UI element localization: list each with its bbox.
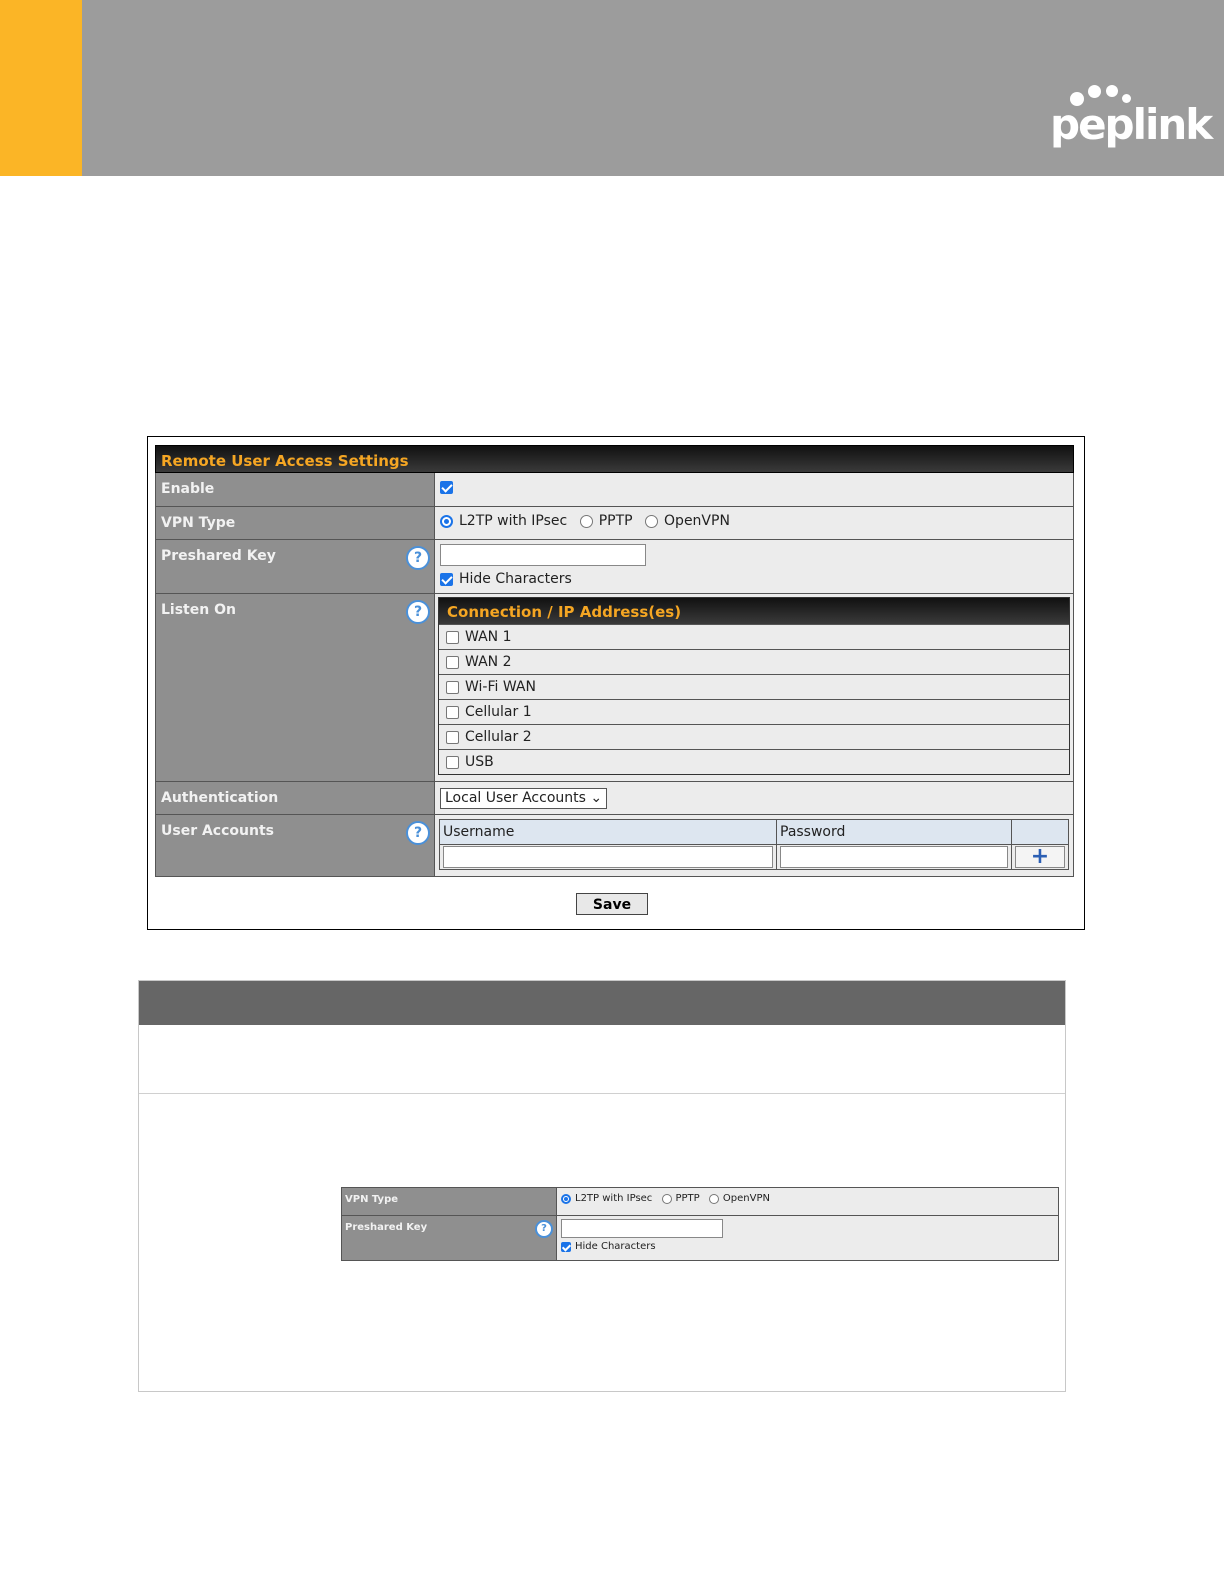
connection-label: WAN 2	[465, 654, 512, 670]
hide-characters-checkbox[interactable]	[440, 572, 453, 586]
enable-label: Enable	[156, 473, 434, 506]
help-icon[interactable]: ?	[406, 546, 430, 570]
vpn-type-label: VPN Type	[156, 507, 434, 539]
vpn-type-row: VPN Type L2TP with IPsec PPTP OpenVPN	[155, 507, 1074, 540]
help-icon[interactable]: ?	[535, 1220, 553, 1238]
username-input[interactable]	[443, 846, 773, 868]
save-button[interactable]: Save	[576, 893, 648, 915]
mini-pptp-radio[interactable]	[661, 1193, 672, 1204]
authentication-select[interactable]: Local User Accounts ⌄	[440, 788, 608, 809]
vpn-type-option-label: L2TP with IPsec	[459, 513, 568, 529]
description-table: VPN Type L2TP with IPsec PPTP OpenVPN Pr…	[138, 980, 1066, 1392]
authentication-label: Authentication	[156, 782, 434, 814]
mini-hide-characters-label: Hide Characters	[575, 1241, 656, 1252]
preshared-key-input[interactable]	[440, 544, 646, 566]
preshared-key-row: Preshared Key ? Hide Characters	[155, 540, 1074, 594]
connection-row-cellular1: Cellular 1	[439, 699, 1069, 724]
mini-option-label: OpenVPN	[722, 1193, 770, 1204]
settings-screenshot: Remote User Access Settings Enable VPN T…	[147, 436, 1085, 930]
connection-row-usb: USB	[439, 749, 1069, 774]
listen-on-label: Listen On	[161, 602, 236, 618]
mini-preshared-key-label: Preshared Key	[345, 1222, 428, 1233]
connection-table: Connection / IP Address(es) WAN 1 WAN 2 …	[438, 597, 1070, 775]
connection-label: WAN 1	[465, 629, 512, 645]
mini-l2tp-radio[interactable]	[561, 1193, 571, 1204]
connection-row-cellular2: Cellular 2	[439, 724, 1069, 749]
wan2-checkbox[interactable]	[446, 655, 459, 669]
header-banner	[0, 0, 1224, 176]
hide-characters-label: Hide Characters	[459, 571, 572, 587]
connection-row-wan2: WAN 2	[439, 649, 1069, 674]
cellular2-checkbox[interactable]	[446, 730, 459, 744]
panel-title: Remote User Access Settings	[155, 445, 1074, 473]
mini-preshared-key-input[interactable]	[561, 1219, 723, 1238]
vpn-type-option-label: PPTP	[598, 513, 633, 529]
listen-on-row: Listen On ? Connection / IP Address(es) …	[155, 594, 1074, 782]
connection-row-wifi-wan: Wi-Fi WAN	[439, 674, 1069, 699]
logo-text: peplink	[1050, 100, 1213, 149]
description-table-row	[139, 1025, 1065, 1094]
usb-checkbox[interactable]	[446, 755, 459, 769]
connection-label: Cellular 2	[465, 729, 532, 745]
user-accounts-table: Username Password +	[439, 819, 1069, 870]
mini-option-label: L2TP with IPsec	[575, 1193, 653, 1204]
vpn-type-l2tp-radio[interactable]	[440, 514, 453, 528]
help-icon[interactable]: ?	[406, 821, 430, 845]
mini-hide-characters-checkbox[interactable]	[561, 1241, 571, 1252]
mini-settings-screenshot: VPN Type L2TP with IPsec PPTP OpenVPN Pr…	[341, 1187, 1059, 1263]
help-icon[interactable]: ?	[406, 600, 430, 624]
mini-vpn-type-label: VPN Type	[342, 1188, 556, 1215]
description-table-header	[139, 981, 1065, 1025]
add-user-button[interactable]: +	[1015, 846, 1065, 868]
chevron-down-icon: ⌄	[590, 790, 603, 806]
vpn-type-option-label: OpenVPN	[664, 513, 730, 529]
preshared-key-label: Preshared Key	[161, 548, 276, 564]
mini-openvpn-radio[interactable]	[708, 1193, 719, 1204]
user-accounts-label: User Accounts	[161, 823, 274, 839]
wifi-wan-checkbox[interactable]	[446, 680, 459, 694]
connection-label: Cellular 1	[465, 704, 532, 720]
username-header: Username	[439, 819, 777, 845]
remote-user-access-panel: Remote User Access Settings Enable VPN T…	[155, 445, 1074, 877]
peplink-logo: peplink	[1050, 80, 1213, 160]
mini-vpn-type-row: VPN Type L2TP with IPsec PPTP OpenVPN	[341, 1187, 1059, 1216]
connection-label: Wi-Fi WAN	[465, 679, 536, 695]
user-accounts-row: User Accounts ? Username Password +	[155, 815, 1074, 877]
connection-table-header: Connection / IP Address(es)	[439, 598, 1069, 624]
authentication-selected-value: Local User Accounts	[445, 790, 586, 806]
cellular1-checkbox[interactable]	[446, 705, 459, 719]
password-header: Password	[776, 819, 1012, 845]
connection-row-wan1: WAN 1	[439, 624, 1069, 649]
password-input[interactable]	[780, 846, 1008, 868]
header-accent-bar	[0, 0, 82, 176]
enable-row: Enable	[155, 473, 1074, 507]
actions-header	[1011, 819, 1069, 845]
wan1-checkbox[interactable]	[446, 630, 459, 644]
mini-option-label: PPTP	[675, 1193, 700, 1204]
enable-checkbox[interactable]	[440, 480, 453, 494]
authentication-row: Authentication Local User Accounts ⌄	[155, 782, 1074, 815]
connection-label: USB	[465, 754, 494, 770]
mini-preshared-key-row: Preshared Key ? Hide Characters	[341, 1216, 1059, 1261]
vpn-type-pptp-radio[interactable]	[579, 514, 593, 528]
vpn-type-openvpn-radio[interactable]	[645, 514, 659, 528]
